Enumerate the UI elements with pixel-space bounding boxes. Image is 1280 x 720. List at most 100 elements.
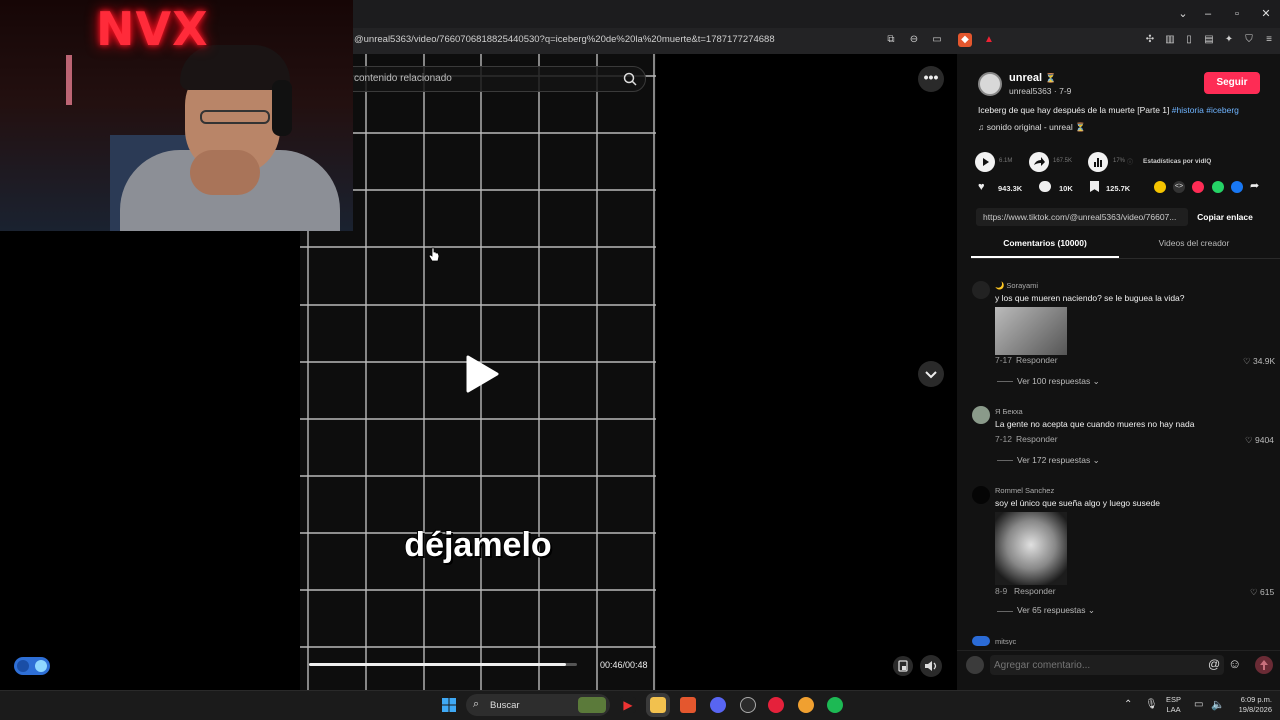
taskbar-clock[interactable]: 6:09 p.m. 19/8/2026 [1228,695,1272,715]
play-count: 6.1M [999,158,1013,164]
file-explorer-icon[interactable] [646,693,670,717]
repost-icon[interactable] [1192,181,1204,193]
tab-creator-videos[interactable]: Videos del creador [1120,238,1268,248]
comment-date: 7-12 [995,434,1013,444]
leo-icon[interactable]: ✦ [1222,33,1236,47]
comment-image[interactable] [995,307,1067,355]
url-text[interactable]: @unreal5363/video/7660706818825440530?q=… [354,34,775,45]
facebook-icon[interactable] [1231,181,1243,193]
comment-icon[interactable] [1039,181,1051,192]
cast-icon[interactable]: ▭ [930,33,944,47]
comment-text: soy el único que sueña algo y luego suse… [995,498,1160,508]
minimize-button[interactable]: – [1200,6,1216,22]
progress-fill [309,663,566,666]
emoji-icon[interactable]: ☺ [1228,656,1241,671]
whatsapp-icon[interactable] [1212,181,1224,193]
comment-author[interactable]: 🌙 Sorayami [995,281,1038,290]
creator-avatar[interactable] [978,72,1002,96]
share-arrow-icon[interactable]: ➦ [1250,179,1259,192]
search-highlight-icon [578,697,606,713]
tray-chevron-up-icon[interactable]: ⌃ [1124,699,1132,710]
view-replies-button[interactable]: Ver 100 respuestas ⌄ [1017,376,1100,387]
overlay-toggle[interactable] [14,657,50,675]
brave-rewards-icon[interactable]: ▲ [982,33,996,47]
speaker-icon[interactable]: 🔈 [1211,698,1225,711]
comment-avatar[interactable] [972,486,990,504]
video-time: 00:46/00:48 [600,660,648,670]
comment-avatar[interactable] [972,281,990,299]
tab-list-chevron-icon[interactable]: ⌄ [1175,6,1191,22]
video-description: Iceberg de que hay después de la muerte … [978,105,1239,115]
comment-author[interactable]: Я Бекха [995,407,1023,416]
follow-button[interactable]: Seguir [1204,72,1260,94]
brave-shield-icon[interactable]: ◆ [958,33,972,47]
chevron-down-icon: ⌄ [1092,376,1100,386]
comment-likes[interactable]: ♡ 34.9K [1243,356,1275,367]
comment-likes[interactable]: ♡ 615 [1250,587,1274,598]
split-view-icon[interactable]: ▯ [1182,33,1196,47]
copy-link-button[interactable]: Copiar enlace [1192,208,1258,226]
more-options-button[interactable]: ••• [918,66,944,92]
microphone-icon[interactable]: 🎙 [1145,699,1158,710]
volume-icon[interactable] [920,655,942,677]
analytics-icon[interactable] [1088,152,1108,172]
comment-avatar[interactable] [972,636,990,646]
creator-name[interactable]: unreal ⏳ [1009,72,1056,84]
chevron-down-icon: ⌄ [1092,455,1100,465]
network-icon[interactable]: ▭ [1194,699,1203,710]
mention-icon[interactable]: @ [1208,657,1220,671]
sound-link[interactable]: ♫ sonido original - unreal ⏳ [978,122,1086,133]
comment-image[interactable] [995,512,1067,585]
extensions-icon[interactable]: ✣ [1143,33,1157,47]
opera-icon[interactable] [768,697,784,713]
comment-avatar[interactable] [972,406,990,424]
brave-browser-icon[interactable] [680,697,696,713]
language-indicator[interactable]: ESP LAA [1166,695,1181,715]
sidebar-icon[interactable]: ▥ [1163,33,1177,47]
vidiq-label[interactable]: Estadísticas por vidIQ [1143,158,1211,165]
obs-icon[interactable] [740,697,756,713]
view-replies-button[interactable]: Ver 65 respuestas ⌄ [1017,605,1095,616]
comment-author[interactable]: Rommel Sanchez [995,486,1054,495]
comment-input[interactable] [990,655,1224,675]
media-player-icon[interactable]: ▶ [620,697,636,713]
play-icon[interactable] [462,354,502,394]
hand-cursor-icon [428,247,440,262]
send-comment-button[interactable] [1255,656,1273,674]
windows-start-icon[interactable] [442,698,456,712]
windows-taskbar [0,690,1280,720]
reply-button[interactable]: Responder [1016,355,1058,365]
comment-author[interactable]: mitsyc [995,637,1016,645]
heart-icon[interactable]: ♥ [978,181,985,193]
restore-button[interactable]: ▫ [1229,6,1245,22]
menu-icon[interactable]: ≡ [1262,33,1276,47]
comment-likes[interactable]: ♡ 9404 [1245,435,1274,446]
engagement-ratio: 17% [1113,158,1126,164]
heart-outline-icon: ♡ [1245,435,1255,445]
like-count: 943.3K [998,184,1023,193]
comment-date: 7-17 [995,355,1013,365]
picture-in-picture-icon[interactable] [893,656,913,676]
discord-icon[interactable] [710,697,726,713]
replies-line [997,381,1013,382]
tab-comments[interactable]: Comentarios (10000) [971,238,1119,248]
wallet-icon[interactable]: ▤ [1202,33,1216,47]
coin-icon[interactable] [1154,181,1166,193]
reply-button[interactable]: Responder [1014,586,1056,596]
share-count-icon[interactable] [1029,152,1049,172]
close-button[interactable]: ✕ [1258,6,1274,22]
reply-button[interactable]: Responder [1016,434,1058,444]
hashtag-link[interactable]: #iceberg [1206,105,1239,115]
search-icon[interactable] [622,71,638,87]
app-icon[interactable] [798,697,814,713]
next-video-chevron-icon[interactable] [918,361,944,387]
hashtag-link[interactable]: #historia [1172,105,1204,115]
spotify-icon[interactable] [827,697,843,713]
creator-handle: unreal5363 · 7-9 [1009,86,1072,96]
play-count-icon[interactable] [975,152,995,172]
view-replies-button[interactable]: Ver 172 respuestas ⌄ [1017,455,1100,466]
translate-icon[interactable]: ⧉ [884,33,898,47]
embed-icon[interactable]: <> [1173,181,1185,193]
vpn-icon[interactable]: ⛉ [1242,33,1256,47]
zoom-icon[interactable]: ⊖ [907,33,921,47]
